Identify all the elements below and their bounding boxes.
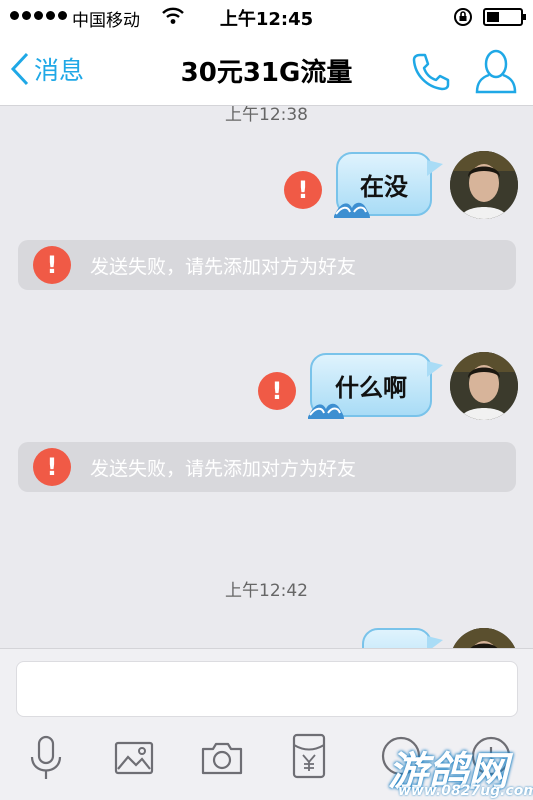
mic-icon [30, 735, 62, 779]
input-area: 游鸽网 www.0827ug.com [0, 648, 533, 800]
status-bar: 中国移动 上午12:45 [0, 0, 533, 34]
timestamp: 上午12:42 [225, 581, 308, 601]
avatar[interactable] [450, 151, 518, 219]
wave-decoration-icon [308, 403, 344, 419]
red-packet-icon [292, 733, 326, 779]
message-bubble[interactable] [362, 628, 443, 648]
error-icon: ! [33, 246, 71, 284]
page-title: 30元31G流量 [180, 58, 353, 88]
user-photo-icon [450, 628, 518, 648]
voice-button[interactable] [28, 735, 64, 785]
watermark-url: www.0827ug.com [398, 783, 533, 799]
send-failed-notice: ! 发送失败，请先添加对方为好友 [18, 442, 516, 492]
phone-icon [412, 53, 450, 91]
avatar[interactable] [450, 628, 518, 648]
notice-text: 发送失败，请先添加对方为好友 [90, 458, 357, 480]
message-bubble[interactable]: 在没 [334, 152, 443, 218]
red-packet-button[interactable] [292, 733, 326, 783]
user-photo-icon [450, 352, 518, 420]
rotation-lock-icon [453, 7, 473, 31]
chat-area[interactable]: 上午12:38 ! 在没 ! 发送失败，请先添加对方为好友 ! 什么啊 ! 发送… [0, 106, 533, 648]
nav-bar: 消息 30元31G流量 [0, 34, 533, 106]
notice-text: 发送失败，请先添加对方为好友 [90, 256, 357, 278]
timestamp: 上午12:38 [225, 106, 308, 125]
camera-button[interactable] [200, 741, 244, 779]
send-failed-icon[interactable]: ! [284, 171, 322, 209]
send-failed-icon[interactable]: ! [258, 372, 296, 410]
message-input[interactable] [16, 661, 518, 717]
profile-button[interactable] [474, 48, 518, 100]
person-icon [475, 49, 517, 94]
wave-decoration-icon [334, 202, 370, 218]
phone-call-button[interactable] [410, 51, 450, 95]
send-failed-notice: ! 发送失败，请先添加对方为好友 [18, 240, 516, 290]
battery-icon [483, 8, 526, 26]
error-icon: ! [33, 448, 71, 486]
image-button[interactable] [114, 741, 154, 779]
user-photo-icon [450, 151, 518, 219]
camera-icon [201, 742, 243, 775]
message-bubble[interactable]: 什么啊 [308, 353, 443, 419]
image-icon [114, 741, 154, 775]
avatar[interactable] [450, 352, 518, 420]
